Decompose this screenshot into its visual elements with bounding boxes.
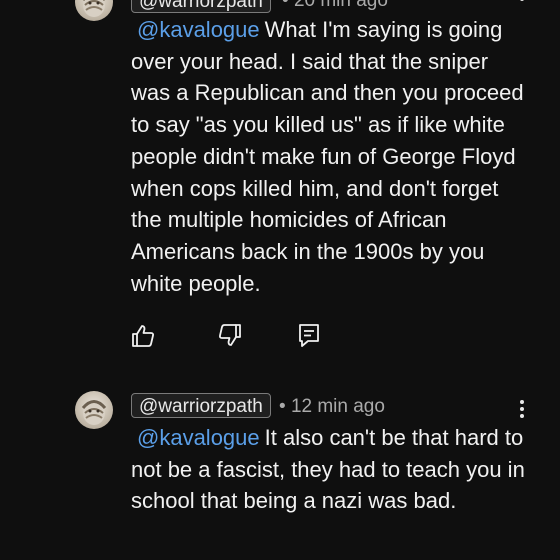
avatar-image: [83, 0, 105, 17]
comment-timestamp: • 12 min ago: [279, 396, 385, 417]
avatar[interactable]: [75, 0, 113, 21]
avatar-image: [81, 400, 107, 425]
avatar[interactable]: [75, 391, 113, 429]
mention-link[interactable]: @kavalogue: [137, 17, 260, 42]
comment-timestamp: • 20 min ago: [282, 0, 388, 13]
author-handle[interactable]: @warriorzpath: [131, 393, 271, 418]
reply-button[interactable]: [296, 322, 322, 348]
comment-text: @kavalogue It also can't be that hard to …: [131, 422, 526, 517]
mention-link[interactable]: @kavalogue: [137, 425, 260, 450]
separator-dot: •: [279, 396, 286, 417]
thumb-up-icon: [132, 325, 154, 347]
author-handle[interactable]: @warriorzpath: [131, 0, 271, 13]
separator-dot: •: [282, 0, 289, 11]
comment-text: @kavalogue What I'm saying is going over …: [131, 14, 526, 299]
like-button[interactable]: [130, 323, 156, 349]
dislike-button[interactable]: [217, 322, 243, 348]
comment-body: What I'm saying is going over your head.…: [131, 17, 524, 296]
reply-icon: [299, 324, 319, 347]
thumb-down-icon: [219, 324, 241, 346]
